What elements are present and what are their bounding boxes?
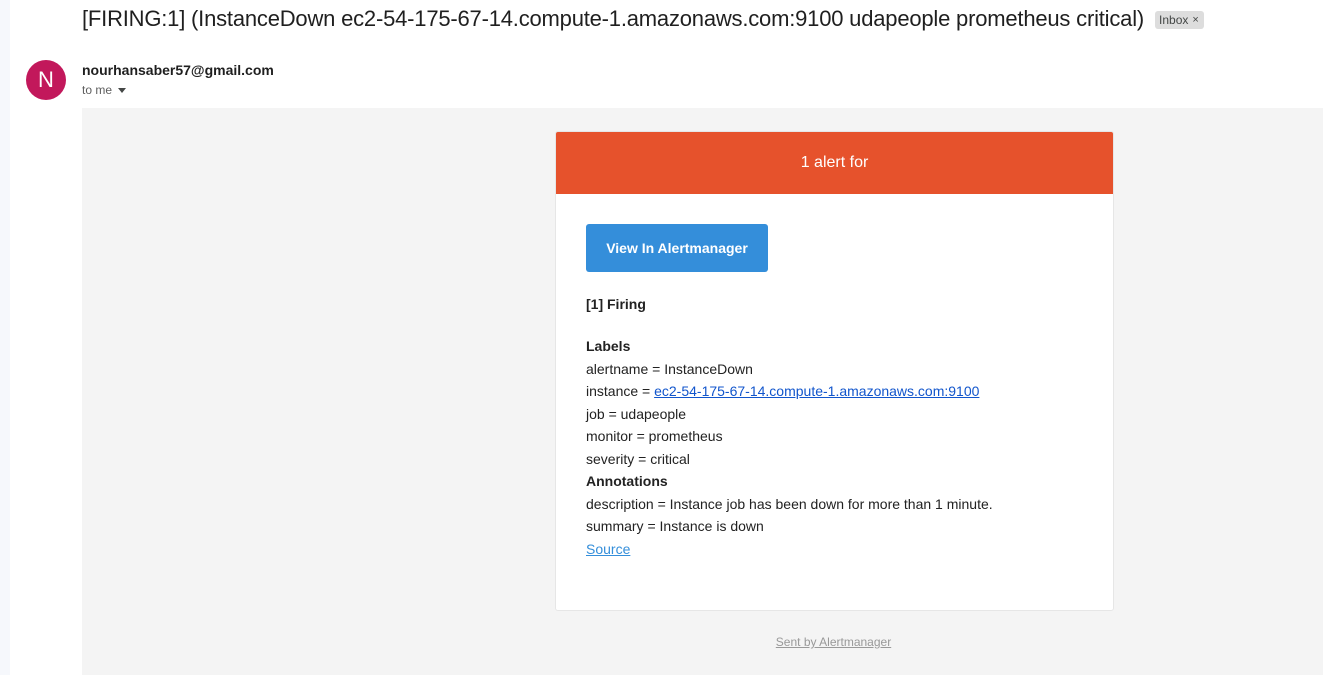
sent-by-alertmanager-link[interactable]: Sent by Alertmanager — [776, 635, 891, 649]
source-link[interactable]: Source — [586, 541, 630, 557]
label-instance: instance = ec2-54-175-67-14.compute-1.am… — [586, 380, 1083, 403]
alert-card: 1 alert for View In Alertmanager [1] Fir… — [555, 131, 1114, 611]
label-monitor: monitor = prometheus — [586, 428, 723, 444]
alert-header-text: 1 alert for — [800, 154, 869, 171]
inbox-label-text: Inbox — [1159, 13, 1189, 27]
avatar-initial: N — [38, 67, 54, 92]
email-body: 1 alert for View In Alertmanager [1] Fir… — [82, 108, 1323, 675]
annotation-description: description = Instance job has been down… — [586, 495, 993, 512]
sender-email[interactable]: nourhansaber57@gmail.com — [82, 62, 274, 78]
left-gutter — [0, 0, 10, 675]
view-button-label: View In Alertmanager — [606, 240, 748, 256]
email-footer: Sent by Alertmanager — [555, 635, 1112, 649]
inbox-label-chip[interactable]: Inbox × — [1155, 11, 1204, 29]
label-alertname: alertname = InstanceDown — [586, 360, 753, 377]
label-severity: severity = critical — [586, 450, 690, 467]
view-in-alertmanager-button[interactable]: View In Alertmanager — [586, 224, 768, 272]
email-subject: [FIRING:1] (InstanceDown ec2-54-175-67-1… — [82, 6, 1145, 31]
recipient-text: to me — [82, 83, 113, 97]
alert-card-header: 1 alert for — [556, 132, 1113, 194]
label-job: job = udapeople — [586, 405, 687, 422]
email-subject-bar: [FIRING:1] (InstanceDown ec2-54-175-67-1… — [82, 4, 1204, 34]
labels-heading: Labels — [586, 338, 631, 354]
instance-link[interactable]: ec2-54-175-67-14.compute-1.amazonaws.com… — [654, 383, 979, 399]
chevron-down-icon[interactable] — [118, 87, 127, 93]
annotation-summary: summary = Instance is down — [586, 518, 764, 534]
annotations-heading: Annotations — [586, 473, 668, 489]
firing-title: [1] Firing — [586, 296, 646, 312]
recipient-details-toggle[interactable]: to me — [82, 83, 127, 97]
remove-label-icon[interactable]: × — [1192, 14, 1198, 26]
alert-card-content: View In Alertmanager [1] Firing Labels a… — [556, 194, 1113, 560]
sender-avatar[interactable]: N — [26, 60, 66, 100]
label-instance-key: instance = — [586, 383, 655, 399]
